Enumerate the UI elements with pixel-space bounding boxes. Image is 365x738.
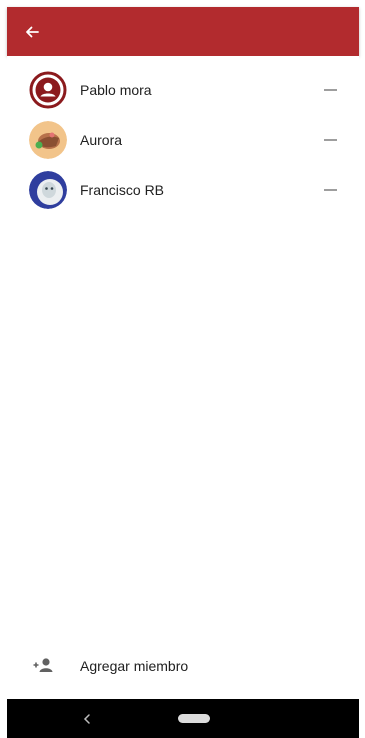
person-add-icon — [33, 658, 53, 672]
remove-member-icon[interactable] — [324, 139, 337, 141]
add-member-button[interactable]: Agregar miembro — [7, 646, 359, 686]
member-name: Pablo mora — [80, 82, 152, 98]
photo-avatar-icon — [29, 121, 67, 159]
avatar — [29, 121, 67, 159]
member-row[interactable]: Francisco RB — [7, 165, 359, 215]
remove-member-icon[interactable] — [324, 89, 337, 91]
member-name: Aurora — [80, 132, 123, 148]
default-user-avatar-icon — [29, 71, 67, 109]
photo-avatar-icon — [29, 171, 67, 209]
chevron-left-icon[interactable] — [77, 709, 97, 729]
arrow-left-icon — [26, 26, 39, 38]
member-row[interactable]: Aurora — [7, 115, 359, 165]
avatar — [29, 71, 67, 109]
add-member-label: Agregar miembro — [80, 658, 189, 674]
back-button[interactable] — [19, 19, 45, 45]
system-navigation-bar — [7, 699, 359, 738]
member-name: Francisco RB — [80, 182, 165, 198]
member-list: Pablo mora Aurora Francisco RB Agregar m… — [7, 56, 359, 699]
member-row[interactable]: Pablo mora — [7, 65, 359, 115]
remove-member-icon[interactable] — [324, 189, 337, 191]
home-pill-icon[interactable] — [178, 714, 210, 723]
avatar — [29, 171, 67, 209]
app-toolbar — [7, 7, 359, 56]
